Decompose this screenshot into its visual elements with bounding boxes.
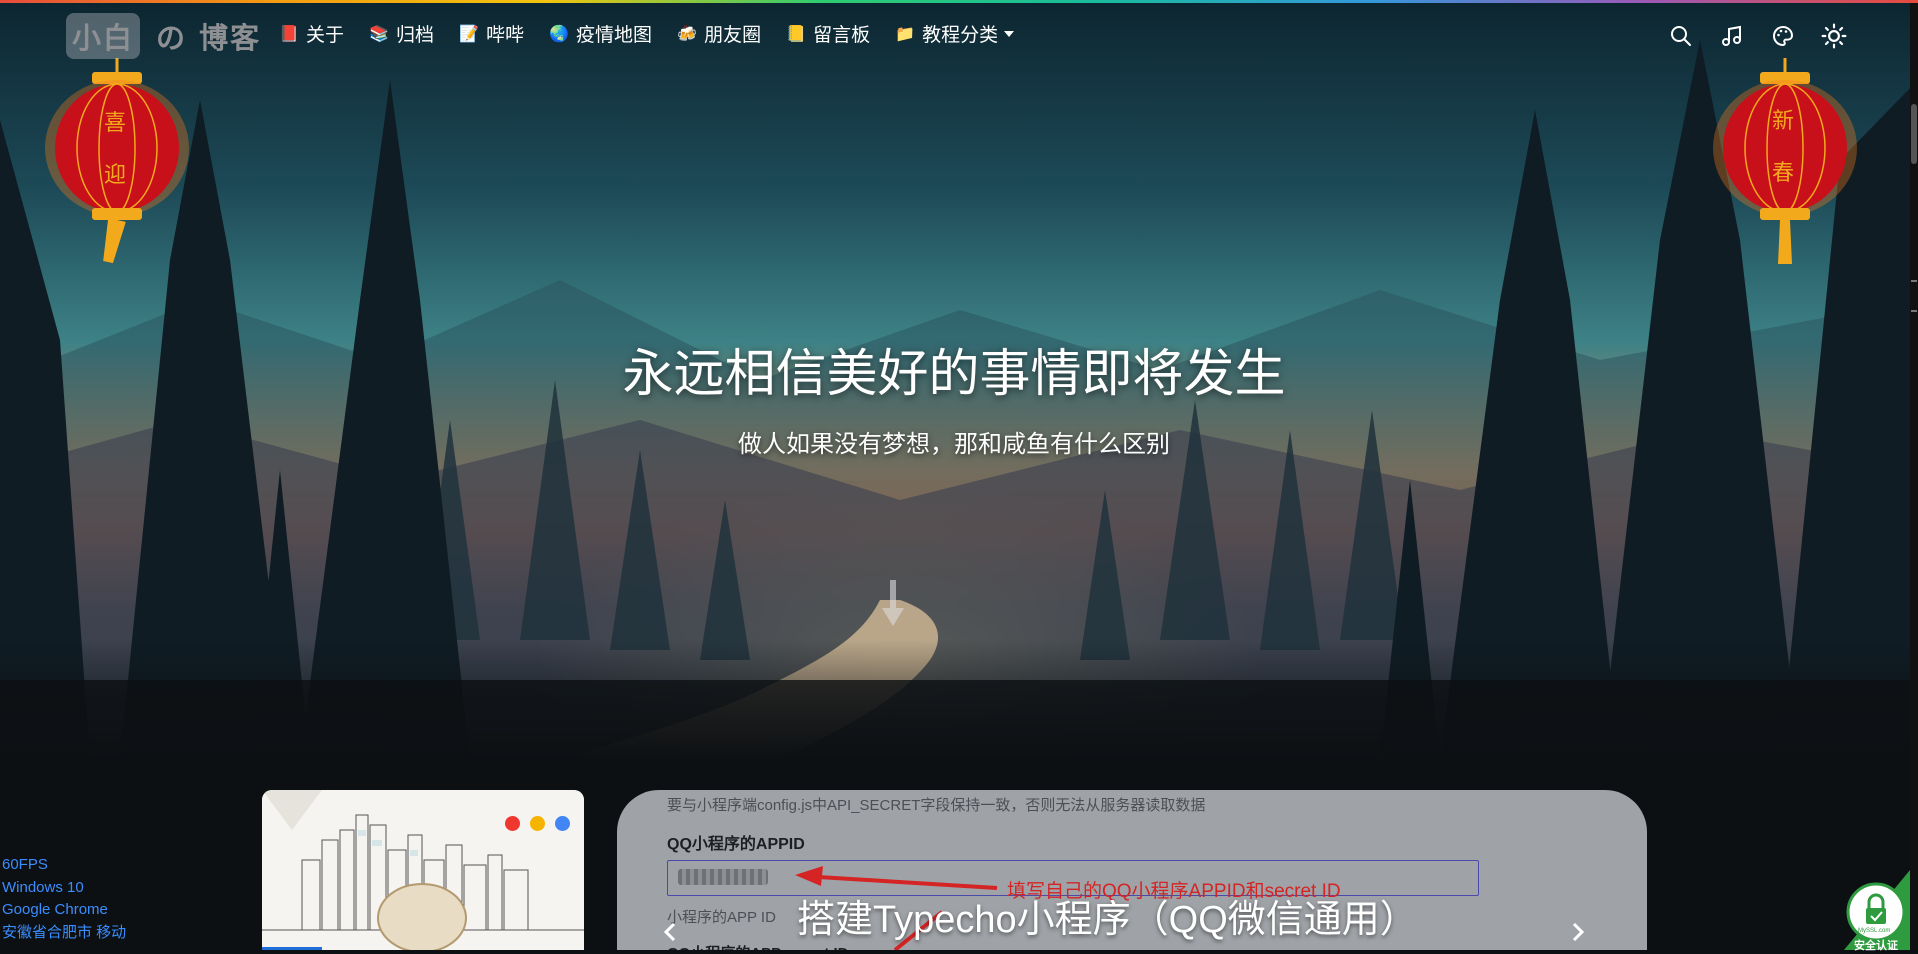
security-badge[interactable]: MySSL.com 安全认证 [1844, 870, 1910, 952]
page-scrollbar[interactable] [1910, 0, 1918, 950]
nav-item-label: 朋友圈 [704, 24, 762, 46]
nav-item-label: 归档 [396, 24, 435, 46]
logo-box: 小白 [66, 13, 141, 59]
yellow-dot [530, 816, 545, 831]
notebook-icon: 📕 [279, 24, 299, 43]
nav-item-epidemic-map[interactable]: 🌏 疫情地图 [548, 20, 652, 47]
post-title: 搭建Typecho小程序（QQ微信通用） [797, 899, 1418, 941]
post-cover-card[interactable]: 要与小程序端config.js中API_SECRET字段保持一致，否则无法从服务… [617, 790, 1647, 950]
books-icon: 📚 [369, 24, 389, 43]
blue-dot [555, 816, 570, 831]
nav-item-label: 留言板 [813, 24, 871, 46]
lantern-left-text: 喜 迎 [104, 98, 126, 202]
city-illustration [262, 790, 584, 950]
fps-counter: 60FPS [2, 856, 48, 873]
lantern-char: 新 [1772, 109, 1795, 134]
browser-info: Google Chrome [2, 901, 108, 918]
badge-text: 安全认证 [1854, 939, 1898, 952]
folder-icon: 📁 [895, 24, 916, 43]
nav-menu: 📕 关于 📚 归档 📝 哔哔 🌏 疫情地图 🍻 朋友圈 📒 留言板 📁 教程分类 [278, 20, 1038, 47]
nav-item-label: 疫情地图 [576, 24, 653, 46]
scrollbar-thumb[interactable] [1911, 104, 1917, 164]
nav-item-label: 关于 [306, 24, 345, 46]
lock-icon [1866, 908, 1886, 924]
lantern-right: 新 春 [1710, 58, 1860, 268]
badge-brand: MySSL.com [1858, 928, 1891, 934]
logo-text: の 博客 [156, 21, 262, 55]
nav-item-archive[interactable]: 📚 归档 [368, 20, 434, 47]
hero-title: 永远相信美好的事情即将发生 [622, 345, 1286, 404]
theme-toggle-icon[interactable] [1820, 22, 1848, 50]
chevron-right-icon[interactable] [1565, 920, 1589, 944]
hero-subtitle: 做人如果没有梦想，那和咸鱼有什么区别 [738, 430, 1170, 458]
visitor-stats: 60FPS Windows 10 Google Chrome 安徽省合肥市 移动 [2, 854, 126, 944]
lantern-char: 春 [1772, 161, 1795, 186]
nav-item-about[interactable]: 📕 关于 [278, 20, 344, 47]
appid-hint: 小程序的APP ID [667, 909, 776, 926]
lantern-char: 迎 [104, 163, 127, 188]
lantern-left: 喜 迎 [42, 58, 192, 268]
location-info: 安徽省合肥市 移动 [2, 923, 127, 941]
nav-item-friends[interactable]: 🍻 朋友圈 [676, 20, 761, 47]
nav-item-label: 哔哔 [486, 24, 525, 46]
nav-item-label: 教程分类 [922, 24, 999, 46]
post-thumbnail-card[interactable] [262, 790, 584, 950]
navbar: 小白 の 博客 📕 关于 📚 归档 📝 哔哔 🌏 疫情地图 🍻 朋友圈 📒 留言… [0, 0, 1918, 70]
scrollbar-mark [1911, 310, 1917, 312]
top-rainbow-bar [0, 0, 1918, 3]
globe-icon: 🌏 [549, 24, 569, 43]
scroll-down-icon[interactable] [882, 580, 904, 630]
beer-icon: 🍻 [677, 24, 698, 43]
secret-label: QQ小程序的APP secret ID [667, 942, 848, 950]
lantern-right-text: 新 春 [1772, 96, 1794, 200]
nav-item-tutorial-categories[interactable]: 📁 教程分类 [894, 20, 1015, 47]
nav-right-icons [1644, 22, 1848, 50]
chevron-down-icon [1004, 30, 1015, 37]
scrollbar-mark [1911, 280, 1917, 282]
search-icon[interactable] [1667, 22, 1695, 50]
ledger-icon: 📒 [786, 24, 807, 43]
memo-icon: 📝 [459, 24, 479, 43]
chevron-left-icon[interactable] [659, 920, 683, 944]
lantern-char: 喜 [104, 111, 127, 136]
site-logo[interactable]: 小白 の 博客 [66, 13, 262, 59]
nav-item-talk[interactable]: 📝 哔哔 [458, 20, 524, 47]
os-info: Windows 10 [2, 878, 84, 896]
nav-item-guestbook[interactable]: 📒 留言板 [785, 20, 870, 47]
music-icon[interactable] [1718, 22, 1746, 50]
hero-fade [0, 640, 1918, 760]
palette-icon[interactable] [1769, 22, 1797, 50]
red-dot [505, 816, 520, 831]
